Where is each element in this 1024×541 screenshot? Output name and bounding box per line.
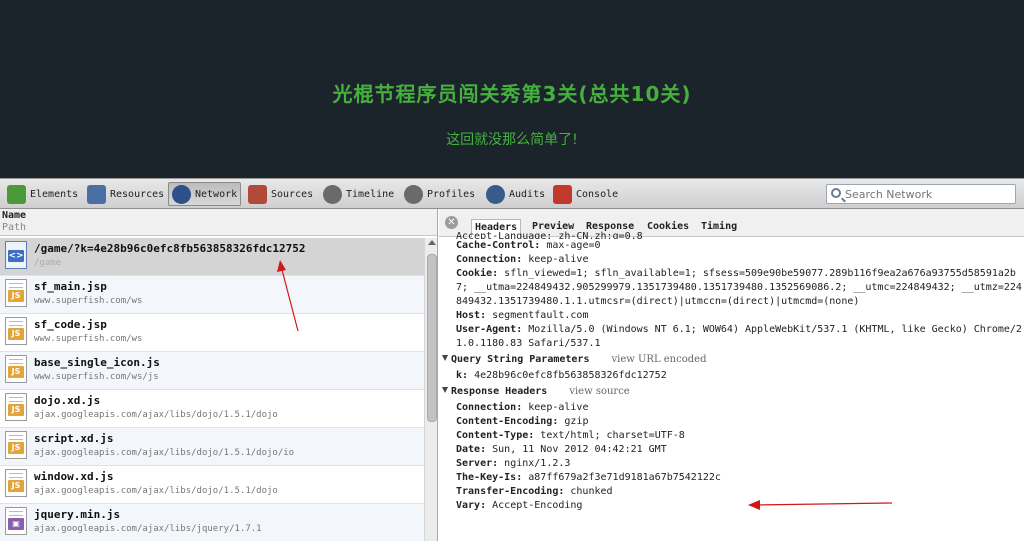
tab-elements[interactable]: Elements bbox=[4, 182, 81, 206]
headers-content: Accept-Language: zh-CN,zh;q=0.8 Cache-Co… bbox=[442, 231, 1022, 513]
table-row[interactable]: JS dojo.xd.js ajax.googleapis.com/ajax/l… bbox=[0, 390, 424, 428]
request-detail-panel: ✕ Headers Preview Response Cookies Timin… bbox=[439, 209, 1024, 541]
column-path: Path bbox=[2, 222, 27, 233]
request-path: ajax.googleapis.com/ajax/libs/dojo/1.5.1… bbox=[34, 410, 278, 420]
tab-profiles[interactable]: Profiles bbox=[401, 182, 478, 206]
script-file-icon: JS bbox=[5, 317, 27, 345]
profiles-icon bbox=[404, 184, 423, 204]
elements-icon bbox=[7, 184, 26, 204]
table-row[interactable]: JS sf_main.jsp www.superfish.com/ws bbox=[0, 276, 424, 314]
table-row[interactable]: JS script.xd.js ajax.googleapis.com/ajax… bbox=[0, 428, 424, 466]
response-header-line-key: The-Key-Is: a87ff679a2f3e71d9181a67b7542… bbox=[456, 472, 721, 483]
request-path: www.superfish.com/ws bbox=[34, 296, 143, 306]
response-header-line: Connection: keep-alive bbox=[456, 402, 589, 413]
resources-icon bbox=[87, 184, 106, 204]
query-param-line: k: 4e28b96c0efc8fb563858326fdc12752 bbox=[456, 370, 667, 381]
header-line: Host: segmentfault.com bbox=[456, 310, 589, 321]
request-path: ajax.googleapis.com/ajax/libs/dojo/1.5.1… bbox=[34, 486, 278, 496]
request-path: www.superfish.com/ws/js bbox=[34, 372, 159, 382]
tab-console[interactable]: Console bbox=[550, 182, 621, 206]
request-name: sf_code.jsp bbox=[34, 318, 107, 331]
tab-network[interactable]: Network bbox=[168, 182, 242, 206]
tab-timeline[interactable]: Timeline bbox=[320, 182, 397, 206]
network-list-panel: Name Path <> /game/?k=4e28b96c0efc8fb563… bbox=[0, 209, 438, 541]
console-icon bbox=[553, 184, 572, 204]
response-header-line: Date: Sun, 11 Nov 2012 04:42:21 GMT bbox=[456, 444, 667, 455]
tab-label: Network bbox=[195, 188, 238, 200]
request-name: /game/?k=4e28b96c0efc8fb563858326fdc1275… bbox=[34, 242, 306, 255]
view-source-link[interactable]: view source bbox=[569, 386, 629, 397]
scroll-thumb[interactable] bbox=[427, 254, 437, 422]
request-path: ajax.googleapis.com/ajax/libs/jquery/1.7… bbox=[34, 524, 262, 534]
tab-label: Sources bbox=[271, 188, 314, 200]
view-url-encoded-link[interactable]: view URL encoded bbox=[611, 354, 706, 365]
request-path: www.superfish.com/ws bbox=[34, 334, 143, 344]
close-icon[interactable]: ✕ bbox=[445, 216, 458, 229]
image-file-icon: ▣ bbox=[5, 507, 27, 535]
search-icon bbox=[831, 188, 841, 198]
header-line-partial: Accept-Language: zh-CN,zh;q=0.8 bbox=[456, 231, 643, 239]
tab-label: Resources bbox=[110, 188, 165, 200]
tab-label: Audits bbox=[509, 188, 546, 200]
table-row[interactable]: JS sf_code.jsp www.superfish.com/ws bbox=[0, 314, 424, 352]
header-line-user-agent: User-Agent: Mozilla/5.0 (Windows NT 6.1;… bbox=[456, 324, 1022, 349]
page-title: 光棍节程序员闯关秀第3关(总共10关) bbox=[332, 82, 692, 106]
response-header-line: Content-Encoding: gzip bbox=[456, 416, 589, 427]
script-file-icon: JS bbox=[5, 431, 27, 459]
tab-audits[interactable]: Audits bbox=[483, 182, 548, 206]
network-rows: <> /game/?k=4e28b96c0efc8fb563858326fdc1… bbox=[0, 238, 424, 541]
audits-icon bbox=[486, 184, 505, 204]
header-line: Cache-Control: max-age=0 bbox=[456, 240, 601, 251]
disclosure-triangle-icon[interactable] bbox=[442, 387, 448, 393]
network-list-header: Name Path bbox=[0, 209, 437, 236]
script-file-icon: JS bbox=[5, 393, 27, 421]
timeline-icon bbox=[323, 184, 342, 204]
page-subtitle: 这回就没那么简单了! bbox=[446, 132, 578, 148]
table-row[interactable]: JS window.xd.js ajax.googleapis.com/ajax… bbox=[0, 466, 424, 504]
tab-label: Console bbox=[576, 188, 619, 200]
network-list-scrollbar[interactable] bbox=[424, 238, 437, 541]
table-row[interactable]: ▣ jquery.min.js ajax.googleapis.com/ajax… bbox=[0, 504, 424, 541]
tab-label: Elements bbox=[30, 188, 79, 200]
request-name: window.xd.js bbox=[34, 470, 114, 483]
document-icon: <> bbox=[5, 241, 27, 269]
search-input[interactable] bbox=[845, 186, 1013, 202]
header-line: Connection: keep-alive bbox=[456, 254, 589, 265]
tab-label: Timeline bbox=[346, 188, 395, 200]
tab-sources[interactable]: Sources bbox=[245, 182, 316, 206]
request-path: /game bbox=[34, 258, 62, 268]
network-icon bbox=[172, 184, 191, 204]
table-row[interactable]: <> /game/?k=4e28b96c0efc8fb563858326fdc1… bbox=[0, 238, 424, 276]
page-header: 光棍节程序员闯关秀第3关(总共10关) 这回就没那么简单了! bbox=[0, 0, 1024, 178]
response-header-line: Vary: Accept-Encoding bbox=[456, 500, 583, 511]
column-name[interactable]: Name bbox=[2, 210, 26, 221]
response-header-line: Server: nginx/1.2.3 bbox=[456, 458, 571, 469]
request-name: jquery.min.js bbox=[34, 508, 121, 521]
sources-icon bbox=[248, 184, 267, 204]
response-header-line: Content-Type: text/html; charset=UTF-8 bbox=[456, 430, 685, 441]
devtools-toolbar: Elements Resources Network Sources Timel… bbox=[0, 178, 1024, 209]
response-headers-section[interactable]: Response Headers view source bbox=[442, 385, 1022, 401]
request-path: ajax.googleapis.com/ajax/libs/dojo/1.5.1… bbox=[34, 448, 295, 458]
request-name: base_single_icon.js bbox=[34, 356, 160, 369]
disclosure-triangle-icon[interactable] bbox=[442, 355, 448, 361]
request-name: sf_main.jsp bbox=[34, 280, 107, 293]
tab-label: Profiles bbox=[427, 188, 476, 200]
tab-resources[interactable]: Resources bbox=[84, 182, 167, 206]
script-file-icon: JS bbox=[5, 279, 27, 307]
header-line-cookie: Cookie: sfln_viewed=1; sfln_available=1;… bbox=[456, 268, 1022, 307]
response-header-line: Transfer-Encoding: chunked bbox=[456, 486, 613, 497]
scroll-up-arrow-icon[interactable] bbox=[428, 240, 436, 245]
table-row[interactable]: JS base_single_icon.js www.superfish.com… bbox=[0, 352, 424, 390]
search-network[interactable] bbox=[826, 184, 1016, 204]
query-string-section[interactable]: Query String Parameters view URL encoded bbox=[442, 353, 1022, 369]
script-file-icon: JS bbox=[5, 469, 27, 497]
request-name: script.xd.js bbox=[34, 432, 114, 445]
script-file-icon: JS bbox=[5, 355, 27, 383]
request-name: dojo.xd.js bbox=[34, 394, 101, 407]
